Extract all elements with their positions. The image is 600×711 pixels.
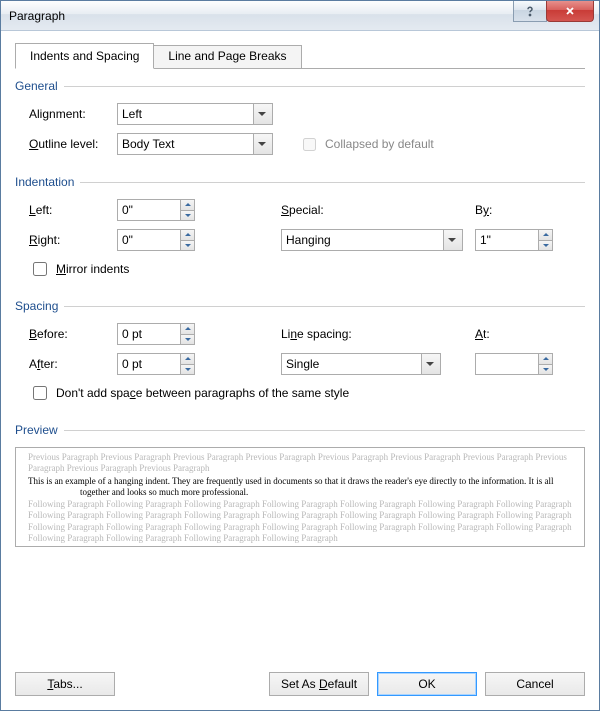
dialog-buttons: Tabs... Set As Default OK Cancel [15, 660, 585, 696]
before-input[interactable] [118, 324, 180, 344]
indent-right-label: Right: [29, 233, 117, 247]
preview-previous: Previous Paragraph Previous Paragraph Pr… [28, 452, 572, 475]
alignment-label: Alignment: [29, 107, 117, 121]
before-spinner[interactable] [117, 323, 195, 345]
line-spacing-select[interactable]: Single [281, 353, 441, 375]
at-label: At: [475, 327, 490, 341]
outline-label: Outline level: [29, 137, 117, 151]
preview-box: Previous Paragraph Previous Paragraph Pr… [15, 447, 585, 547]
spin-up-icon[interactable] [181, 200, 194, 210]
group-general: General Alignment: Left Outline level: B… [15, 79, 585, 163]
spin-up-icon[interactable] [181, 324, 194, 334]
spin-down-icon[interactable] [181, 364, 194, 375]
after-label: After: [29, 357, 117, 371]
spin-up-icon[interactable] [539, 230, 552, 240]
group-spacing-label: Spacing [15, 299, 58, 313]
dialog-content: Indents and Spacing Line and Page Breaks… [1, 31, 599, 710]
indent-right-input[interactable] [118, 230, 180, 250]
spin-down-icon[interactable] [181, 334, 194, 345]
no-add-space-label: Don't add space between paragraphs of th… [56, 386, 349, 400]
title-buttons [513, 1, 599, 30]
indent-right-spinner[interactable] [117, 229, 195, 251]
help-button[interactable] [513, 1, 547, 22]
spin-down-icon[interactable] [181, 240, 194, 251]
preview-body: This is an example of a hanging indent. … [28, 476, 572, 499]
line-spacing-label: Line spacing: [281, 327, 441, 341]
indent-left-input[interactable] [118, 200, 180, 220]
by-spinner[interactable] [475, 229, 553, 251]
set-default-button[interactable]: Set As Default [269, 672, 369, 696]
special-label: Special: [281, 203, 441, 217]
tab-line-page-breaks[interactable]: Line and Page Breaks [153, 45, 301, 68]
at-input[interactable] [476, 354, 538, 374]
tab-indents-spacing[interactable]: Indents and Spacing [15, 43, 154, 69]
outline-select[interactable]: Body Text [117, 133, 273, 155]
tab-strip: Indents and Spacing Line and Page Breaks [15, 43, 585, 69]
mirror-indents-wrap[interactable]: Mirror indents [15, 259, 585, 279]
collapsed-checkbox [303, 138, 316, 151]
ok-button[interactable]: OK [377, 672, 477, 696]
spin-up-icon[interactable] [539, 354, 552, 364]
spin-up-icon[interactable] [181, 230, 194, 240]
close-button[interactable] [546, 1, 594, 22]
spin-down-icon[interactable] [539, 240, 552, 251]
group-general-label: General [15, 79, 58, 93]
no-add-space-wrap[interactable]: Don't add space between paragraphs of th… [15, 383, 585, 403]
collapsed-label: Collapsed by default [325, 137, 434, 151]
indent-left-label: Left: [29, 203, 117, 217]
spin-up-icon[interactable] [181, 354, 194, 364]
indent-left-spinner[interactable] [117, 199, 195, 221]
paragraph-dialog: Paragraph Indents and Spacing Line and P… [0, 0, 600, 711]
preview-following: Following Paragraph Following Paragraph … [28, 499, 572, 544]
cancel-button[interactable]: Cancel [485, 672, 585, 696]
group-spacing: Spacing Before: Line spacing: At: After: [15, 299, 585, 411]
after-input[interactable] [118, 354, 180, 374]
after-spinner[interactable] [117, 353, 195, 375]
mirror-indents-label: Mirror indents [56, 262, 129, 276]
titlebar: Paragraph [1, 1, 599, 31]
alignment-select[interactable]: Left [117, 103, 273, 125]
before-label: Before: [29, 327, 117, 341]
special-select[interactable]: Hanging [281, 229, 463, 251]
window-title: Paragraph [9, 9, 513, 23]
spin-down-icon[interactable] [539, 364, 552, 375]
group-preview-label: Preview [15, 423, 58, 437]
by-label: By: [475, 203, 492, 217]
group-indentation-label: Indentation [15, 175, 74, 189]
at-spinner[interactable] [475, 353, 553, 375]
group-indentation: Indentation Left: Special: By: Right: [15, 175, 585, 287]
collapsed-checkbox-wrap: Collapsed by default [299, 135, 434, 154]
mirror-indents-checkbox[interactable] [33, 262, 47, 276]
by-input[interactable] [476, 230, 538, 250]
group-preview: Preview Previous Paragraph Previous Para… [15, 423, 585, 648]
no-add-space-checkbox[interactable] [33, 386, 47, 400]
spin-down-icon[interactable] [181, 210, 194, 221]
tabs-button[interactable]: Tabs... [15, 672, 115, 696]
